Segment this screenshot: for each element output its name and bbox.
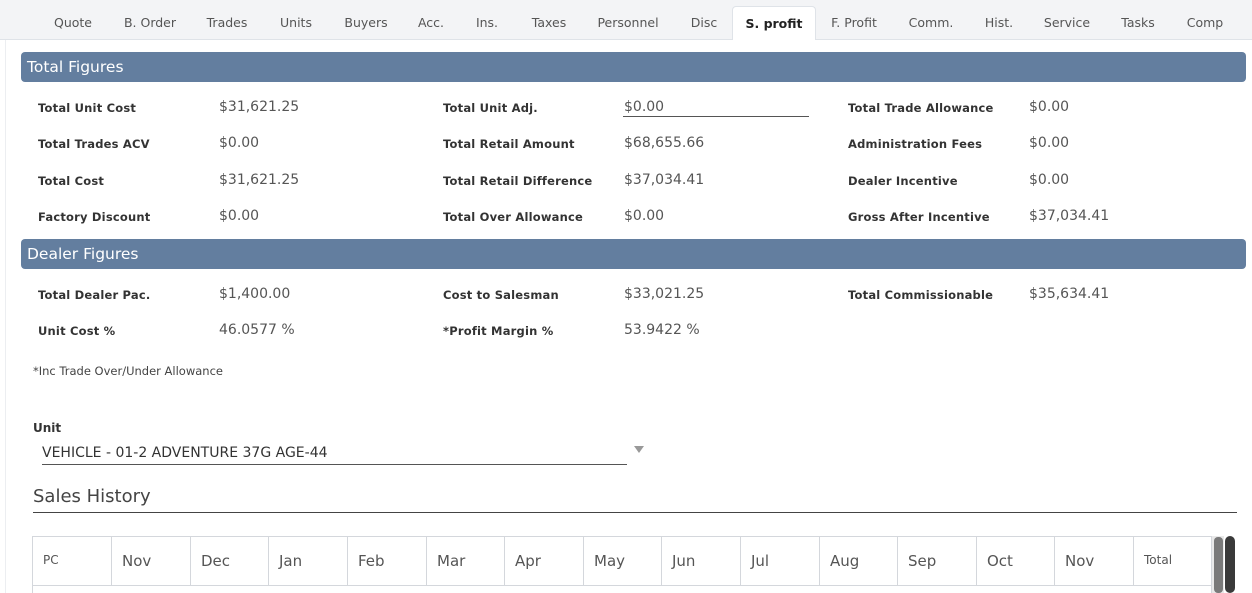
administration-fees-value: $0.00 bbox=[1029, 135, 1070, 151]
factory-discount-label: Factory Discount bbox=[38, 210, 151, 224]
tab-f-profit[interactable]: F. Profit bbox=[818, 6, 890, 40]
tab-personnel[interactable]: Personnel bbox=[588, 6, 668, 40]
sales-history-title: Sales History bbox=[33, 486, 151, 507]
total-over-allowance-value: $0.00 bbox=[624, 208, 665, 224]
total-trade-allowance-label: Total Trade Allowance bbox=[848, 101, 994, 115]
grid-scrollbar-thumb[interactable] bbox=[1214, 537, 1223, 593]
column-header-total[interactable]: Total bbox=[1134, 537, 1212, 585]
total-unit-adj-label: Total Unit Adj. bbox=[443, 101, 538, 115]
column-header[interactable]: Jan bbox=[269, 537, 348, 585]
unit-cost-pct-value: 46.0577 % bbox=[219, 322, 295, 338]
total-dealer-pac-value: $1,400.00 bbox=[219, 286, 291, 302]
column-header[interactable]: Apr bbox=[505, 537, 584, 585]
unit-select[interactable]: VEHICLE - 01-2 ADVENTURE 37G AGE-44 bbox=[42, 443, 627, 465]
tab-hist[interactable]: Hist. bbox=[972, 6, 1026, 40]
profit-margin-pct-value: 53.9422 % bbox=[624, 322, 700, 338]
chevron-down-icon[interactable] bbox=[634, 446, 644, 453]
total-retail-difference-label: Total Retail Difference bbox=[443, 174, 593, 188]
column-header[interactable]: Oct bbox=[977, 537, 1055, 585]
tab-disc[interactable]: Disc bbox=[678, 6, 730, 40]
column-header[interactable]: Mar bbox=[427, 537, 505, 585]
gross-after-incentive-label: Gross After Incentive bbox=[848, 210, 990, 224]
tab-taxes[interactable]: Taxes bbox=[518, 6, 580, 40]
total-commissionable-label: Total Commissionable bbox=[848, 288, 994, 302]
total-retail-amount-label: Total Retail Amount bbox=[443, 137, 575, 151]
total-unit-adj-input[interactable] bbox=[623, 98, 809, 117]
column-header[interactable]: Nov bbox=[1055, 537, 1134, 585]
dealer-incentive-value: $0.00 bbox=[1029, 172, 1070, 188]
tab-quote[interactable]: Quote bbox=[40, 6, 106, 40]
total-trades-acv-value: $0.00 bbox=[219, 135, 260, 151]
total-trades-acv-label: Total Trades ACV bbox=[38, 137, 150, 151]
tab-tasks[interactable]: Tasks bbox=[1108, 6, 1168, 40]
profit-margin-pct-label: *Profit Margin % bbox=[443, 324, 554, 338]
factory-discount-value: $0.00 bbox=[219, 208, 260, 224]
total-figures-header: Total Figures bbox=[21, 52, 1246, 82]
column-header[interactable]: Sep bbox=[898, 537, 977, 585]
sales-history-grid: PC Nov Dec Jan Feb Mar Apr May Jun Jul A… bbox=[32, 536, 1212, 593]
tab-trades[interactable]: Trades bbox=[194, 6, 260, 40]
tab-acc[interactable]: Acc. bbox=[406, 6, 456, 40]
total-over-allowance-label: Total Over Allowance bbox=[443, 210, 584, 224]
total-unit-cost-value: $31,621.25 bbox=[219, 99, 300, 115]
administration-fees-label: Administration Fees bbox=[848, 137, 983, 151]
tab-service[interactable]: Service bbox=[1034, 6, 1100, 40]
tab-b-order[interactable]: B. Order bbox=[112, 6, 188, 40]
column-header[interactable]: May bbox=[584, 537, 662, 585]
total-retail-amount-value: $68,655.66 bbox=[624, 135, 705, 151]
column-header-pc[interactable]: PC bbox=[33, 537, 112, 585]
page-scrollbar-thumb[interactable] bbox=[1225, 536, 1235, 593]
total-unit-cost-label: Total Unit Cost bbox=[38, 101, 137, 115]
tab-comp[interactable]: Comp bbox=[1176, 6, 1234, 40]
total-cost-value: $31,621.25 bbox=[219, 172, 300, 188]
unit-label: Unit bbox=[33, 421, 62, 435]
total-commissionable-value: $35,634.41 bbox=[1029, 286, 1110, 302]
cost-to-salesman-label: Cost to Salesman bbox=[443, 288, 559, 302]
dealer-incentive-label: Dealer Incentive bbox=[848, 174, 958, 188]
tab-bar: Quote B. Order Trades Units Buyers Acc. … bbox=[0, 0, 1252, 41]
trade-allowance-note: *Inc Trade Over/Under Allowance bbox=[33, 364, 223, 378]
dealer-figures-header: Dealer Figures bbox=[21, 239, 1246, 269]
column-header[interactable]: Nov bbox=[112, 537, 191, 585]
tab-comm[interactable]: Comm. bbox=[898, 6, 964, 40]
column-header[interactable]: Aug bbox=[820, 537, 898, 585]
total-cost-label: Total Cost bbox=[38, 174, 105, 188]
profit-panel bbox=[5, 40, 1252, 593]
unit-cost-pct-label: Unit Cost % bbox=[38, 324, 116, 338]
total-retail-difference-value: $37,034.41 bbox=[624, 172, 705, 188]
column-header[interactable]: Feb bbox=[348, 537, 427, 585]
column-header[interactable]: Jul bbox=[741, 537, 820, 585]
tab-s-profit[interactable]: S. profit bbox=[732, 6, 816, 41]
unit-select-value: VEHICLE - 01-2 ADVENTURE 37G AGE-44 bbox=[42, 445, 328, 461]
gross-after-incentive-value: $37,034.41 bbox=[1029, 208, 1110, 224]
tab-ins[interactable]: Ins. bbox=[462, 6, 512, 40]
tab-units[interactable]: Units bbox=[266, 6, 326, 40]
column-header[interactable]: Jun bbox=[662, 537, 741, 585]
total-trade-allowance-value: $0.00 bbox=[1029, 99, 1070, 115]
tab-buyers[interactable]: Buyers bbox=[332, 6, 400, 40]
sales-history-divider bbox=[33, 512, 1237, 513]
total-dealer-pac-label: Total Dealer Pac. bbox=[38, 288, 151, 302]
grid-header-divider bbox=[33, 585, 1211, 586]
column-header[interactable]: Dec bbox=[191, 537, 269, 585]
cost-to-salesman-value: $33,021.25 bbox=[624, 286, 705, 302]
